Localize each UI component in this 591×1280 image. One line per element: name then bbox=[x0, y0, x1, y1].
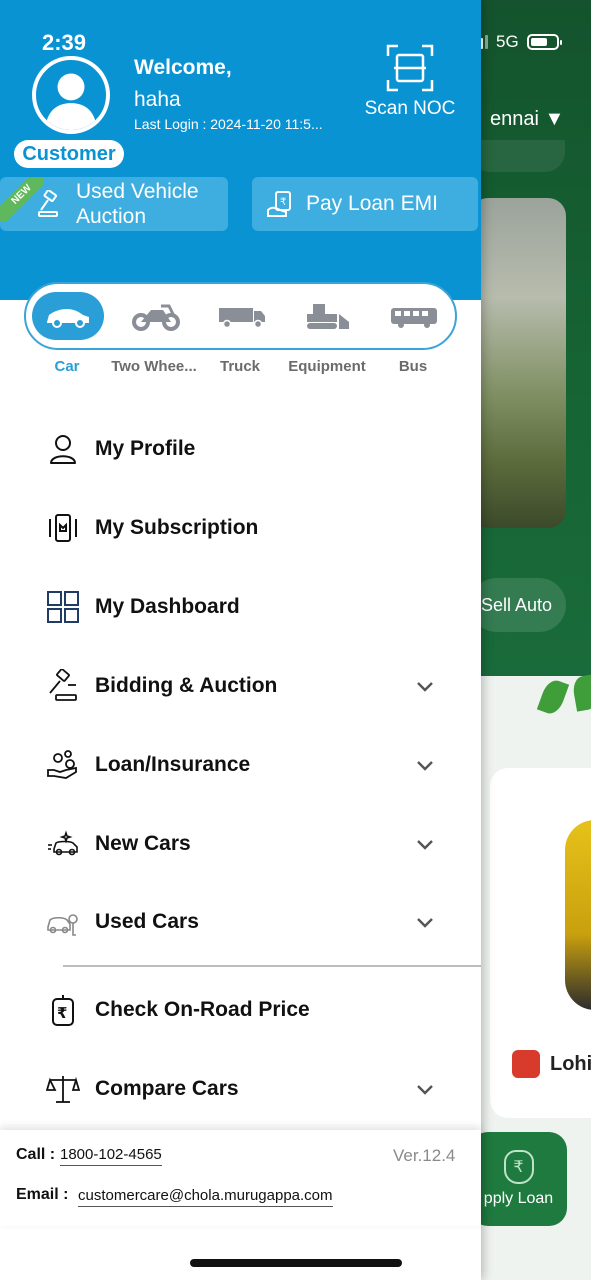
menu-item-check-on-road-price[interactable]: ₹ Check On-Road Price bbox=[0, 980, 481, 1040]
vehicle-label-truck[interactable]: Truck bbox=[194, 358, 286, 375]
call-number-link[interactable]: 1800-102-4565 bbox=[60, 1146, 162, 1166]
motorcycle-icon bbox=[132, 304, 180, 331]
vehicle-label-bus[interactable]: Bus bbox=[367, 358, 459, 375]
svg-text:₹: ₹ bbox=[57, 1004, 67, 1022]
sell-auto-label: Sell Auto bbox=[480, 594, 552, 615]
menu-item-my-subscription[interactable]: My Subscription bbox=[0, 498, 481, 558]
gavel-icon bbox=[46, 669, 80, 703]
chevron-down-icon[interactable] bbox=[414, 675, 436, 697]
drawer-header: 2:39 Customer Welcome, haha Last Login :… bbox=[0, 0, 481, 300]
vehicle-label-car[interactable]: Car bbox=[21, 358, 113, 375]
menu-label: My Profile bbox=[95, 437, 196, 460]
dashboard-grid-icon bbox=[46, 590, 80, 624]
email-label: Email : bbox=[16, 1186, 69, 1203]
user-avatar-icon bbox=[44, 73, 98, 130]
leaf-decoration-icon bbox=[571, 674, 591, 712]
new-badge: NEW bbox=[0, 177, 44, 221]
chevron-down-icon[interactable] bbox=[414, 833, 436, 855]
status-bar-indicators: 5G bbox=[470, 32, 562, 52]
menu-item-my-profile[interactable]: My Profile bbox=[0, 419, 481, 479]
scan-noc-label: Scan NOC bbox=[364, 98, 456, 119]
brand-name: Lohi bbox=[550, 1052, 591, 1075]
vehicle-tab-bus[interactable] bbox=[378, 292, 450, 340]
avatar[interactable] bbox=[32, 56, 110, 134]
new-car-icon bbox=[46, 827, 80, 861]
city-selector[interactable]: ennai ▼ bbox=[490, 108, 564, 131]
used-car-icon bbox=[46, 905, 80, 939]
home-indicator[interactable] bbox=[190, 1259, 402, 1267]
vehicle-tab-car[interactable] bbox=[32, 292, 104, 340]
menu-item-used-cars[interactable]: Used Cars bbox=[0, 892, 481, 952]
auto-rickshaw-image bbox=[565, 820, 591, 1010]
sell-auto-button[interactable]: Sell Auto bbox=[470, 578, 566, 632]
vehicle-tab-two-wheeler[interactable] bbox=[120, 292, 192, 340]
battery-icon bbox=[526, 34, 562, 50]
username: haha bbox=[134, 88, 181, 111]
vehicle-type-selector bbox=[24, 282, 457, 350]
menu-label: My Dashboard bbox=[95, 595, 240, 618]
money-bag-icon: ₹ bbox=[503, 1150, 534, 1184]
brand-row: Lohi bbox=[512, 1050, 591, 1078]
city-label: ennai bbox=[490, 108, 539, 130]
rupee-tag-icon: ₹ bbox=[46, 993, 80, 1027]
menu-item-my-dashboard[interactable]: My Dashboard bbox=[0, 577, 481, 637]
brand-logo-icon bbox=[512, 1050, 540, 1078]
subscription-icon bbox=[46, 511, 80, 545]
menu-label: Compare Cars bbox=[95, 1077, 239, 1100]
scan-icon bbox=[386, 44, 434, 92]
network-type: 5G bbox=[496, 32, 519, 51]
chevron-down-icon[interactable] bbox=[414, 911, 436, 933]
emi-payment-icon: ₹ bbox=[267, 191, 291, 217]
vehicle-tab-truck[interactable] bbox=[206, 292, 278, 340]
chevron-down-icon[interactable] bbox=[414, 1078, 436, 1100]
loan-hand-icon bbox=[46, 748, 80, 782]
menu-label: New Cars bbox=[95, 832, 191, 855]
scan-noc-button[interactable]: Scan NOC bbox=[360, 42, 460, 120]
menu-divider bbox=[63, 965, 481, 967]
hero-banner-image[interactable] bbox=[470, 198, 566, 528]
navigation-drawer: 2:39 Customer Welcome, haha Last Login :… bbox=[0, 0, 481, 1280]
vehicle-label-equipment[interactable]: Equipment bbox=[281, 358, 373, 375]
auction-label: Used Vehicle Auction bbox=[76, 179, 199, 229]
status-time: 2:39 bbox=[42, 30, 87, 55]
drawer-footer: Call : 1800-102-4565 Ver.12.4 Email : cu… bbox=[0, 1130, 481, 1226]
last-login: Last Login : 2024-11-20 11:5... bbox=[134, 116, 323, 132]
car-icon bbox=[47, 309, 89, 328]
emi-label: Pay Loan EMI bbox=[306, 192, 438, 215]
truck-icon bbox=[219, 308, 265, 329]
caret-down-icon: ▼ bbox=[544, 108, 565, 130]
menu-label: Loan/Insurance bbox=[95, 753, 251, 776]
scale-icon bbox=[46, 1072, 80, 1106]
battery-level bbox=[530, 38, 548, 46]
auction-label-line1: Used Vehicle bbox=[76, 180, 199, 203]
menu-label: My Subscription bbox=[95, 516, 259, 539]
app-version: Ver.12.4 bbox=[393, 1146, 456, 1165]
menu-label: Used Cars bbox=[95, 910, 199, 933]
apply-loan-label: pply Loan bbox=[483, 1190, 554, 1207]
menu-item-loan-insurance[interactable]: Loan/Insurance bbox=[0, 735, 481, 795]
menu-label: Check On-Road Price bbox=[95, 998, 310, 1021]
bulldozer-icon bbox=[307, 304, 349, 329]
search-pill[interactable] bbox=[470, 140, 565, 172]
pay-loan-emi-button[interactable]: ₹ Pay Loan EMI bbox=[252, 177, 478, 231]
menu-item-bidding-auction[interactable]: Bidding & Auction bbox=[0, 656, 481, 716]
vehicle-tab-equipment[interactable] bbox=[292, 292, 364, 340]
apply-loan-button[interactable]: ₹ pply Loan bbox=[470, 1132, 567, 1226]
call-label: Call : bbox=[16, 1146, 56, 1163]
new-badge-label: NEW bbox=[0, 177, 44, 221]
menu-item-compare-cars[interactable]: Compare Cars bbox=[0, 1059, 481, 1119]
vehicle-label-two-wheeler[interactable]: Two Whee... bbox=[108, 358, 200, 375]
menu-label: Bidding & Auction bbox=[95, 674, 278, 697]
chevron-down-icon[interactable] bbox=[414, 754, 436, 776]
svg-text:₹: ₹ bbox=[280, 197, 286, 208]
user-icon bbox=[46, 432, 80, 466]
role-badge: Customer bbox=[14, 140, 124, 168]
welcome-text: Welcome, bbox=[134, 56, 232, 79]
menu-item-new-cars[interactable]: New Cars bbox=[0, 814, 481, 874]
auction-label-line2: Auction bbox=[76, 205, 147, 228]
leaf-decoration-icon bbox=[536, 677, 570, 717]
email-link[interactable]: customercare@chola.murugappa.com bbox=[78, 1187, 333, 1207]
bus-icon bbox=[391, 308, 437, 328]
